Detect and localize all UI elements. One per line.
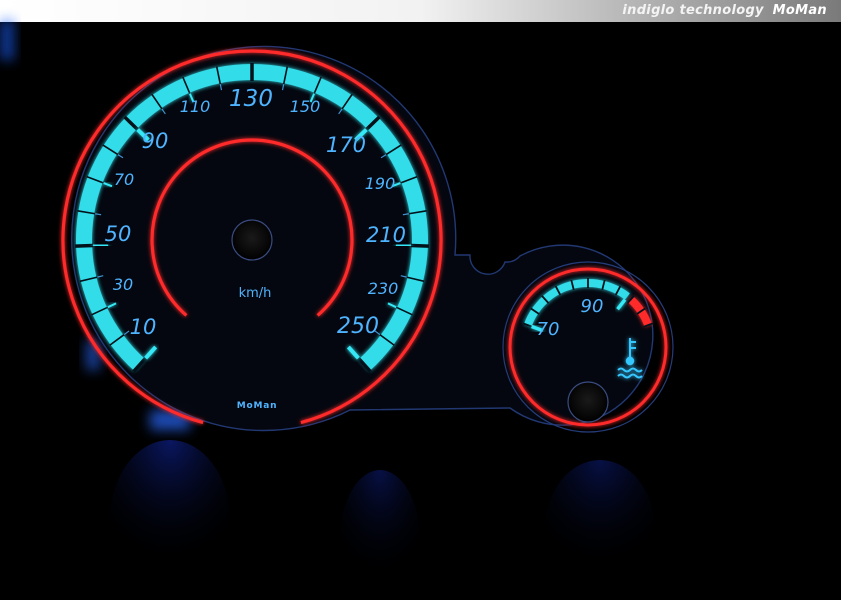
temp-label-90: 90	[581, 296, 604, 317]
speed-label-10: 10	[130, 315, 157, 339]
speed-label-250: 250	[337, 314, 379, 339]
temperature-needle-hub	[567, 381, 609, 423]
gauge-cluster: 10 30 50 70 90 110 130 150 170 190 210 2…	[0, 20, 674, 600]
speed-label-90: 90	[142, 129, 169, 153]
speed-label-130: 130	[229, 86, 273, 112]
speed-label-110: 110	[180, 97, 211, 116]
speed-label-150: 150	[290, 97, 321, 116]
temp-label-70: 70	[537, 319, 560, 340]
speedometer-band-separator	[410, 243, 429, 248]
speed-label-170: 170	[326, 133, 366, 157]
speedometer-band-separator	[75, 243, 94, 248]
speed-unit: km/h	[239, 286, 272, 301]
speed-label-190: 190	[365, 174, 396, 193]
speed-label-30: 30	[113, 275, 133, 294]
speedometer-needle-hub	[231, 219, 273, 261]
dial-brand-mark: MoMan	[237, 401, 278, 411]
speed-label-210: 210	[366, 223, 406, 247]
speed-label-50: 50	[105, 222, 132, 246]
speed-label-70: 70	[114, 170, 134, 189]
speed-label-230: 230	[368, 279, 399, 298]
